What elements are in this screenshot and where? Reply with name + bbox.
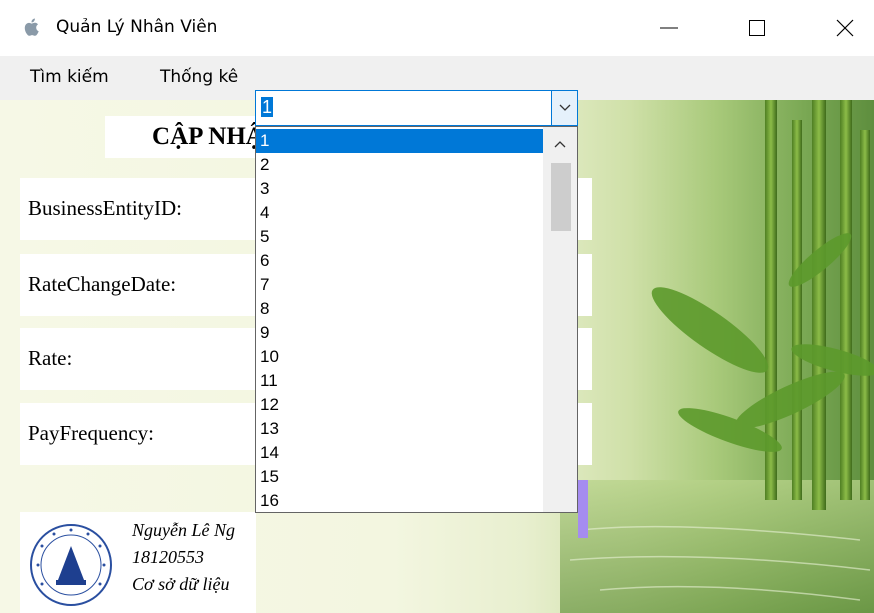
dropdown-option[interactable]: 8 (256, 297, 543, 321)
businessentityid-dropdown-list[interactable]: 1 2 3 4 5 6 7 8 9 10 11 12 13 14 15 16 (255, 126, 578, 513)
bamboo-background-image (560, 100, 874, 613)
minimize-icon (660, 27, 678, 29)
chevron-up-icon (554, 141, 566, 148)
businessentityid-combobox[interactable]: 1 (255, 90, 578, 126)
chevron-down-icon (559, 104, 570, 111)
dropdown-option[interactable]: 11 (256, 369, 543, 393)
dropdown-option[interactable]: 1 (256, 129, 543, 153)
menu-item-thong-ke[interactable]: Thống kê (160, 67, 238, 87)
dropdown-option[interactable]: 6 (256, 249, 543, 273)
close-icon (836, 19, 854, 37)
rate-label: Rate: (28, 346, 73, 370)
window-title: Quản Lý Nhân Viên (56, 17, 218, 37)
credit-student-id: 18120553 (132, 547, 204, 567)
credit-course: Cơ sở dữ liệu (132, 574, 230, 594)
scrollbar-thumb[interactable] (551, 163, 571, 231)
university-logo (30, 524, 112, 606)
payfrequency-label: PayFrequency: (28, 421, 154, 445)
dropdown-option[interactable]: 4 (256, 201, 543, 225)
dropdown-option[interactable]: 5 (256, 225, 543, 249)
dropdown-scrollbar[interactable] (543, 127, 577, 512)
combo-selected-value: 1 (261, 97, 274, 117)
dropdown-option[interactable]: 7 (256, 273, 543, 297)
scroll-up-button[interactable] (543, 127, 577, 161)
dropdown-option[interactable]: 10 (256, 345, 543, 369)
dropdown-option[interactable]: 15 (256, 465, 543, 489)
ratechangedate-label: RateChangeDate: (28, 272, 177, 296)
dropdown-option[interactable]: 13 (256, 417, 543, 441)
maximize-icon (749, 20, 765, 36)
menu-item-tim-kiem[interactable]: Tìm kiếm (30, 67, 109, 87)
dropdown-option[interactable]: 12 (256, 393, 543, 417)
dropdown-option[interactable]: 9 (256, 321, 543, 345)
dropdown-option[interactable]: 2 (256, 153, 543, 177)
dropdown-option[interactable]: 14 (256, 441, 543, 465)
title-bar: Quản Lý Nhân Viên (0, 0, 874, 56)
close-button[interactable] (816, 0, 874, 56)
dropdown-option[interactable]: 3 (256, 177, 543, 201)
maximize-button[interactable] (728, 0, 786, 56)
combo-dropdown-button[interactable] (551, 91, 577, 125)
minimize-button[interactable] (640, 0, 698, 56)
action-button[interactable] (578, 480, 588, 538)
credit-author-name: Nguyễn Lê Ng (132, 520, 235, 540)
app-icon (24, 18, 39, 36)
businessentityid-label: BusinessEntityID: (28, 196, 183, 220)
dropdown-option[interactable]: 16 (256, 489, 543, 512)
